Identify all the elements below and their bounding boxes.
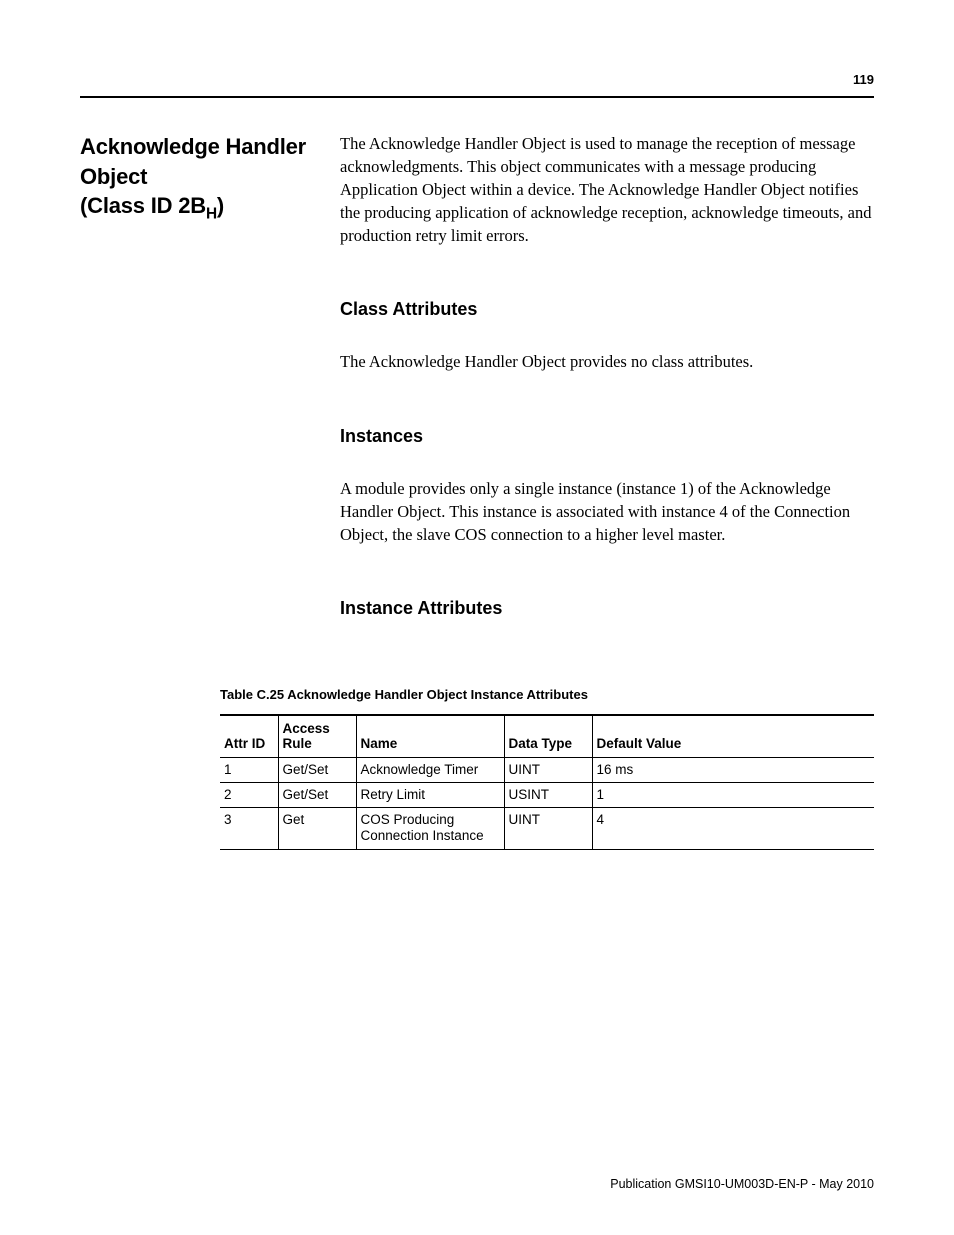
- title-line-3-post: ): [217, 193, 224, 218]
- table-row: 1 Get/Set Acknowledge Timer UINT 16 ms: [220, 757, 874, 782]
- col-access-rule: Access Rule: [278, 715, 356, 758]
- table-row: 2 Get/Set Retry Limit USINT 1: [220, 783, 874, 808]
- col-access-rule-l2: Rule: [283, 736, 312, 751]
- cell-def: 1: [592, 783, 874, 808]
- instances-body: A module provides only a single instance…: [340, 477, 874, 546]
- title-line-1: Acknowledge Handler: [80, 134, 306, 159]
- col-default-value: Default Value: [592, 715, 874, 758]
- class-attributes-heading: Class Attributes: [340, 299, 874, 320]
- cell-attr-id: 1: [220, 757, 278, 782]
- body-column: The Acknowledge Handler Object is used t…: [340, 132, 874, 649]
- col-data-type: Data Type: [504, 715, 592, 758]
- cell-attr-id: 3: [220, 808, 278, 849]
- col-access-rule-l1: Access: [283, 721, 330, 736]
- cell-name: Acknowledge Timer: [356, 757, 504, 782]
- table: Attr ID Access Rule Name Data Type Defau…: [220, 714, 874, 850]
- cell-dtype: USINT: [504, 783, 592, 808]
- cell-attr-id: 2: [220, 783, 278, 808]
- title-line-3-sub: H: [206, 206, 217, 223]
- class-attributes-body: The Acknowledge Handler Object provides …: [340, 350, 874, 373]
- title-line-2: Object: [80, 164, 147, 189]
- cell-def: 16 ms: [592, 757, 874, 782]
- cell-name: Retry Limit: [356, 783, 504, 808]
- cell-name: COS Producing Connection Instance: [356, 808, 504, 849]
- intro-paragraph: The Acknowledge Handler Object is used t…: [340, 132, 874, 247]
- publication-line: Publication GMSI10-UM003D-EN-P - May 201…: [610, 1177, 874, 1191]
- cell-access: Get: [278, 808, 356, 849]
- table-section: Table C.25 Acknowledge Handler Object In…: [220, 687, 874, 850]
- page: 119 Acknowledge Handler Object (Class ID…: [0, 0, 954, 1235]
- cell-def: 4: [592, 808, 874, 849]
- section-title: Acknowledge Handler Object (Class ID 2BH…: [80, 132, 340, 226]
- instances-heading: Instances: [340, 426, 874, 447]
- cell-dtype: UINT: [504, 757, 592, 782]
- col-name: Name: [356, 715, 504, 758]
- cell-access: Get/Set: [278, 783, 356, 808]
- table-caption: Table C.25 Acknowledge Handler Object In…: [220, 687, 874, 702]
- title-line-3-pre: (Class ID 2B: [80, 193, 206, 218]
- instance-attributes-table: Attr ID Access Rule Name Data Type Defau…: [220, 714, 874, 850]
- table-row: 3 Get COS Producing Connection Instance …: [220, 808, 874, 849]
- instance-attributes-heading: Instance Attributes: [340, 598, 874, 619]
- main-content: Acknowledge Handler Object (Class ID 2BH…: [80, 70, 874, 649]
- cell-dtype: UINT: [504, 808, 592, 849]
- sidebar-heading: Acknowledge Handler Object (Class ID 2BH…: [80, 132, 340, 226]
- table-header-row: Attr ID Access Rule Name Data Type Defau…: [220, 715, 874, 758]
- cell-access: Get/Set: [278, 757, 356, 782]
- col-attr-id: Attr ID: [220, 715, 278, 758]
